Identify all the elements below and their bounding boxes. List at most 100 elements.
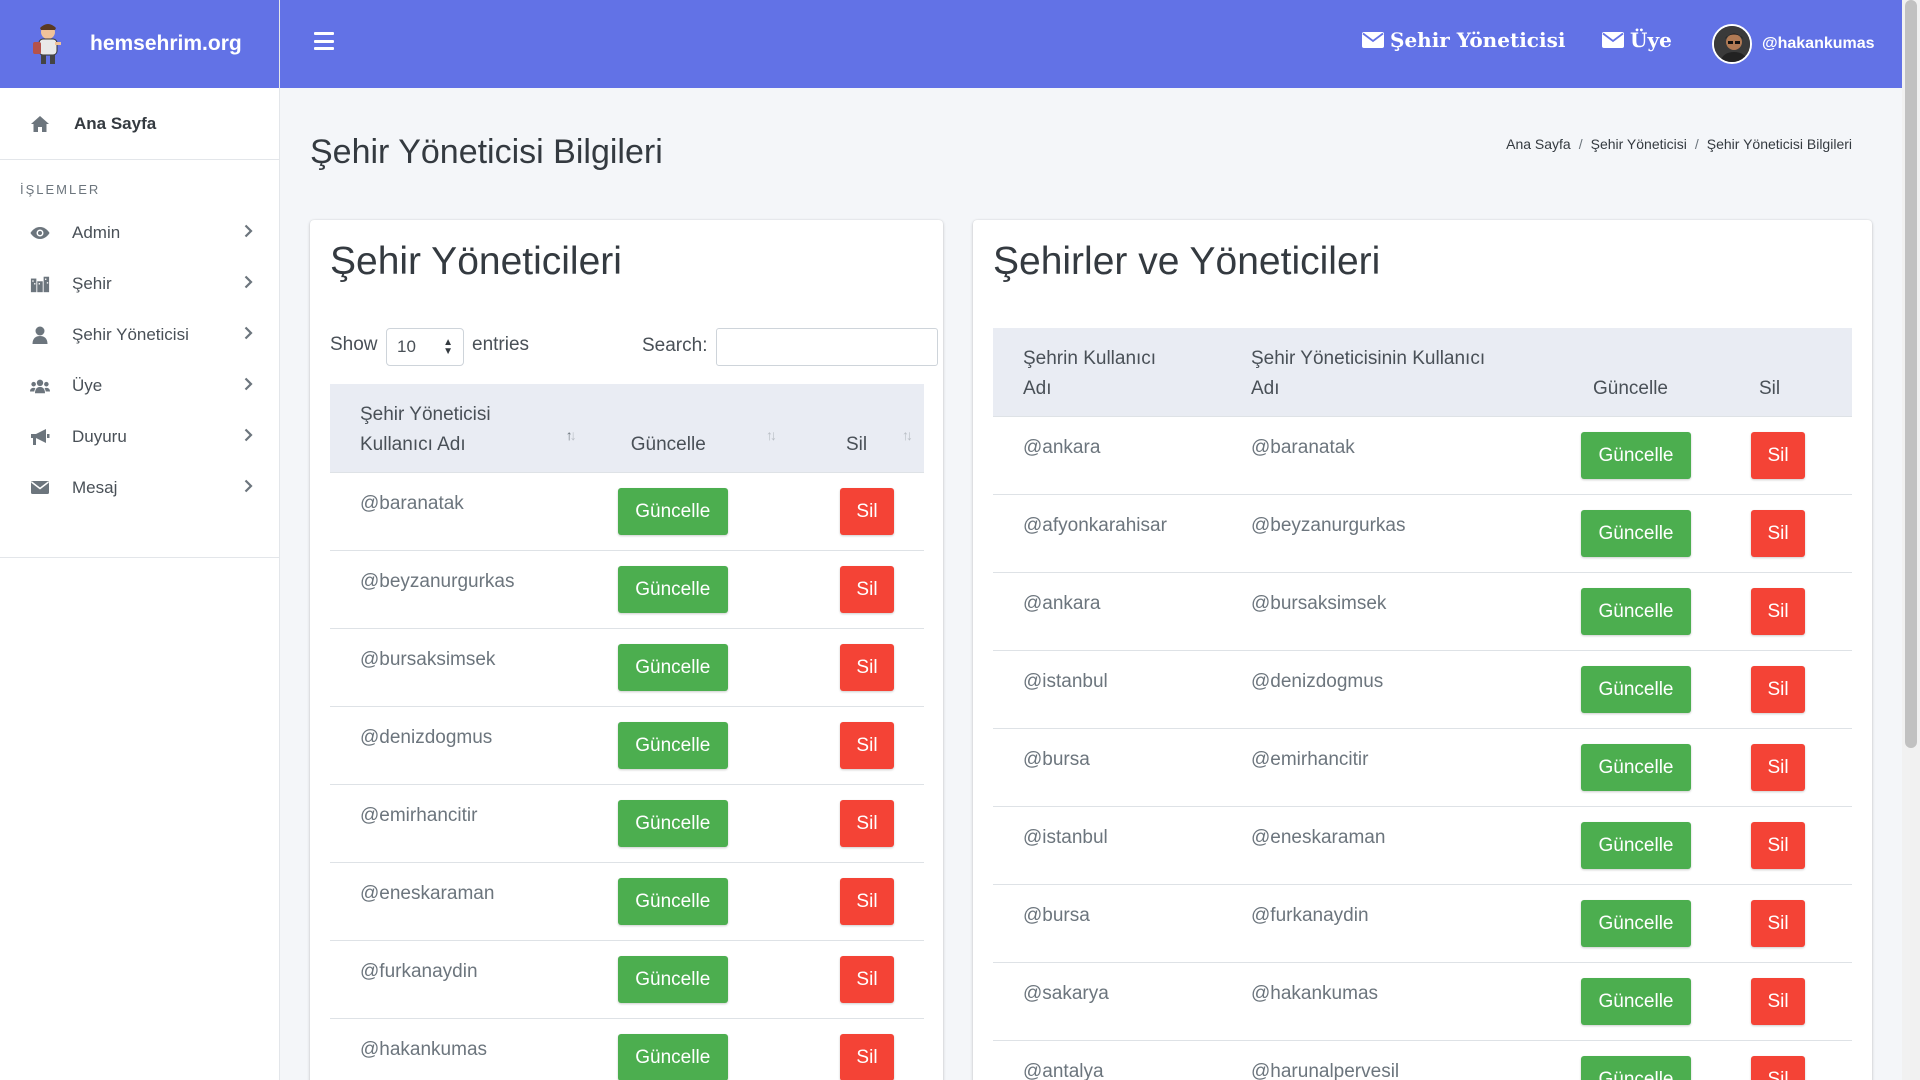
cities-managers-table: Şehrin Kullanıcı Adı Şehir Yöneticisinin… — [993, 328, 1852, 1080]
cell-update: Güncelle — [1557, 806, 1725, 885]
update-button[interactable]: Güncelle — [1581, 978, 1691, 1025]
update-button[interactable]: Güncelle — [617, 722, 728, 769]
cell-city-username: @sakarya — [993, 962, 1221, 1041]
delete-button[interactable]: Sil — [1751, 1056, 1805, 1080]
update-button[interactable]: Güncelle — [617, 878, 728, 925]
column-header-delete[interactable]: Sil ↑↓ — [788, 384, 924, 473]
topbar-link-sehir-yoneticisi[interactable]: Şehir Yöneticisi — [1362, 28, 1565, 52]
breadcrumb-item-home[interactable]: Ana Sayfa — [1506, 136, 1571, 152]
sidebar-item-mesaj[interactable]: Mesaj — [0, 462, 279, 513]
delete-button[interactable]: Sil — [839, 878, 894, 925]
breadcrumb-separator: / — [1694, 136, 1699, 152]
page-scrollbar[interactable] — [1902, 0, 1920, 1080]
update-button[interactable]: Güncelle — [617, 566, 728, 613]
cell-delete: Sil — [1725, 962, 1852, 1041]
table-row: @istanbul @denizdogmus Güncelle Sil — [993, 650, 1852, 729]
delete-button[interactable]: Sil — [1751, 666, 1805, 713]
delete-button[interactable]: Sil — [1751, 822, 1805, 869]
delete-button[interactable]: Sil — [1751, 432, 1805, 479]
update-button[interactable]: Güncelle — [1581, 900, 1691, 947]
table-header-row: Şehir Yöneticisi Kullanıcı Adı ↑↓ Güncel… — [330, 384, 924, 473]
user-menu[interactable]: @hakankumas — [1712, 24, 1875, 64]
sidebar-item-label: Şehir — [72, 273, 112, 293]
column-header-label: Güncelle — [1593, 378, 1668, 399]
column-header-label: Şehir Yöneticisinin Kullanıcı Adı — [1251, 348, 1486, 399]
sidebar-item-sehir[interactable]: Şehir — [0, 258, 279, 309]
update-button[interactable]: Güncelle — [617, 488, 728, 535]
cell-delete: Sil — [1725, 728, 1852, 807]
update-button[interactable]: Güncelle — [617, 800, 728, 847]
cell-delete: Sil — [1725, 806, 1852, 885]
cell-city-username: @afyonkarahisar — [993, 494, 1221, 573]
cell-city-username: @bursa — [993, 728, 1221, 807]
cell-delete: Sil — [787, 862, 924, 941]
cell-update: Güncelle — [587, 1018, 788, 1080]
sidebar-item-uye[interactable]: Üye — [0, 360, 279, 411]
delete-button[interactable]: Sil — [1751, 588, 1805, 635]
datatable-controls: Show 10 ▲ ▼ entries Search: — [330, 328, 938, 366]
sidebar-item-admin[interactable]: Admin — [0, 207, 279, 258]
envelope-icon — [1362, 32, 1384, 48]
delete-button[interactable]: Sil — [839, 566, 894, 613]
entries-label: entries — [472, 334, 530, 355]
cell-username: @baranatak — [330, 472, 588, 551]
delete-button[interactable]: Sil — [1751, 900, 1805, 947]
cell-delete: Sil — [787, 628, 924, 707]
update-button[interactable]: Güncelle — [1581, 588, 1691, 635]
cell-delete: Sil — [1725, 650, 1852, 729]
breadcrumb-item-section[interactable]: Şehir Yöneticisi — [1591, 136, 1687, 152]
delete-button[interactable]: Sil — [1751, 744, 1805, 791]
chevron-right-icon — [244, 478, 253, 498]
topbar-link-label: Üye — [1630, 28, 1672, 52]
delete-button[interactable]: Sil — [1751, 978, 1805, 1025]
column-header-delete: Sil — [1725, 328, 1852, 417]
update-button[interactable]: Güncelle — [1581, 1056, 1691, 1080]
menu-toggle-icon[interactable] — [314, 32, 334, 50]
update-button[interactable]: Güncelle — [1581, 822, 1691, 869]
table-row: @sakarya @hakankumas Güncelle Sil — [993, 962, 1852, 1041]
delete-button[interactable]: Sil — [839, 956, 894, 1003]
update-button[interactable]: Güncelle — [1581, 666, 1691, 713]
sidebar-item-home[interactable]: Ana Sayfa — [0, 88, 279, 160]
update-button[interactable]: Güncelle — [617, 644, 728, 691]
cell-delete: Sil — [1725, 884, 1852, 963]
brand[interactable]: hemsehrim.org — [0, 0, 279, 88]
sidebar-item-sehir-yoneticisi[interactable]: Şehir Yöneticisi — [0, 309, 279, 360]
search-input[interactable] — [716, 328, 938, 366]
delete-button[interactable]: Sil — [1751, 510, 1805, 557]
chevron-right-icon — [244, 376, 253, 396]
delete-button[interactable]: Sil — [839, 800, 894, 847]
delete-button[interactable]: Sil — [839, 722, 894, 769]
entries-select[interactable]: 10 ▲ ▼ — [386, 328, 464, 366]
update-button[interactable]: Güncelle — [617, 1034, 728, 1080]
home-icon — [30, 114, 50, 134]
cell-update: Güncelle — [1557, 962, 1725, 1041]
column-header-username[interactable]: Şehir Yöneticisi Kullanıcı Adı ↑↓ — [330, 384, 588, 473]
cell-delete: Sil — [787, 550, 924, 629]
update-button[interactable]: Güncelle — [1581, 432, 1691, 479]
cell-username: @hakankumas — [330, 1018, 588, 1080]
cell-update: Güncelle — [587, 706, 788, 785]
scrollbar-thumb[interactable] — [1905, 0, 1917, 748]
update-button[interactable]: Güncelle — [1581, 510, 1691, 557]
username-label: @hakankumas — [1762, 35, 1875, 52]
column-header-label: Şehrin Kullanıcı Adı — [1023, 348, 1157, 399]
show-label: Show — [330, 334, 378, 355]
delete-button[interactable]: Sil — [839, 1034, 894, 1080]
cell-username: @eneskaraman — [330, 862, 588, 941]
column-header-label: Sil — [845, 434, 868, 455]
delete-button[interactable]: Sil — [839, 644, 894, 691]
delete-button[interactable]: Sil — [839, 488, 894, 535]
chevron-right-icon — [244, 274, 253, 294]
column-header-label: Şehir Yöneticisi Kullanıcı Adı — [360, 404, 491, 455]
cell-update: Güncelle — [587, 784, 788, 863]
cell-delete: Sil — [787, 706, 924, 785]
update-button[interactable]: Güncelle — [617, 956, 728, 1003]
topbar-link-uye[interactable]: Üye — [1602, 28, 1672, 52]
envelope-icon — [1602, 32, 1624, 48]
update-button[interactable]: Güncelle — [1581, 744, 1691, 791]
sidebar-item-duyuru[interactable]: Duyuru — [0, 411, 279, 462]
sidebar-item-label: Duyuru — [72, 426, 127, 446]
column-header-update[interactable]: Güncelle ↑↓ — [588, 384, 788, 473]
card-title: Şehirler ve Yöneticileri — [993, 240, 1381, 283]
